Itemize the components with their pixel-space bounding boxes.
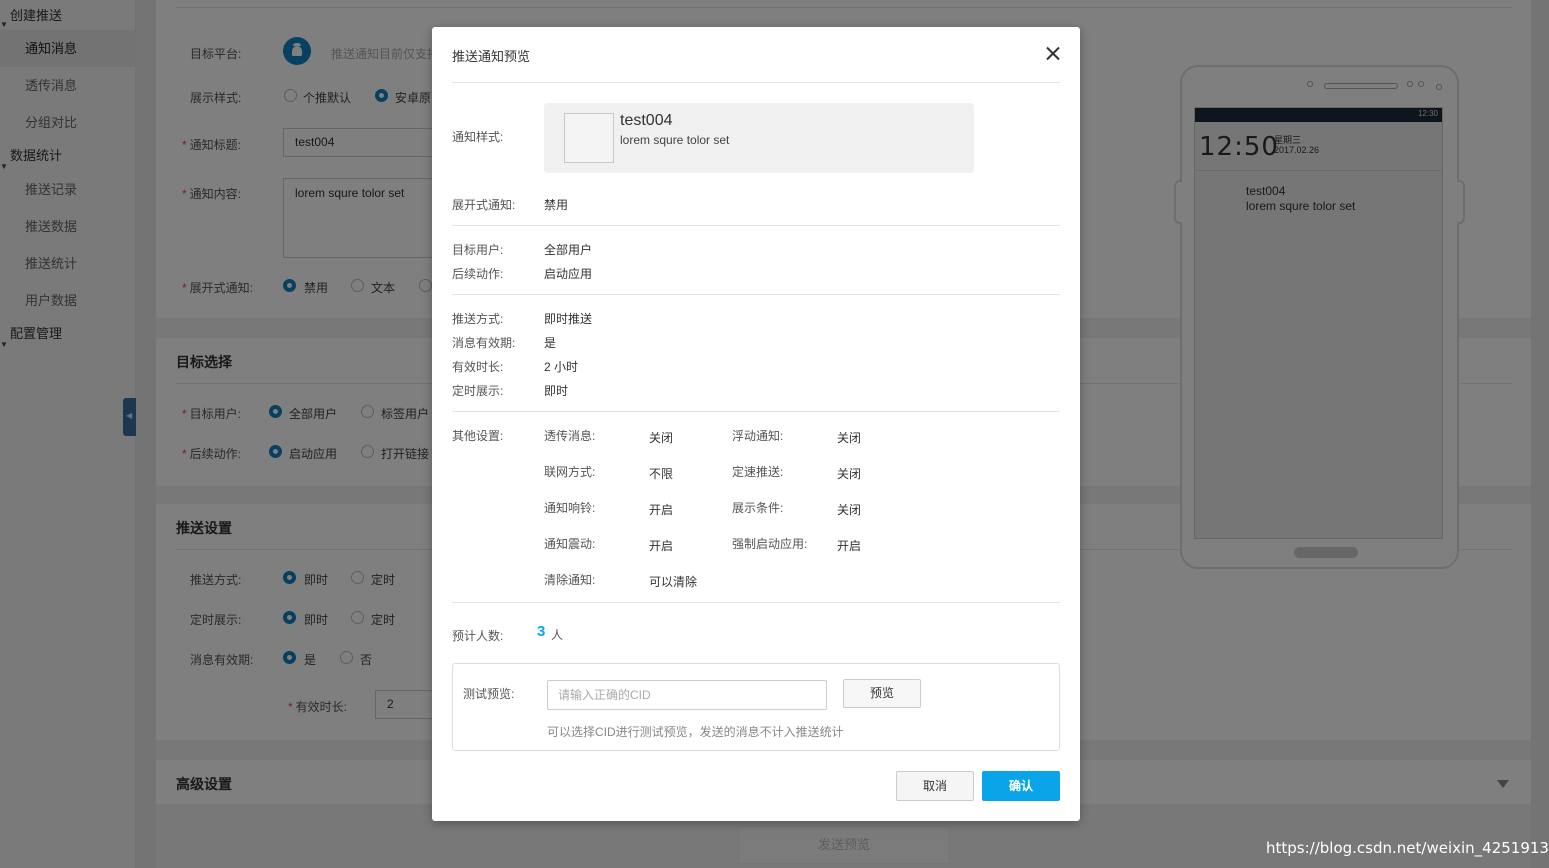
confirm-button[interactable]: 确认	[982, 771, 1060, 801]
other-key: 透传消息:	[544, 429, 596, 443]
other-value: 关闭	[649, 431, 674, 445]
duration-key: 有效时长:	[452, 360, 504, 374]
watermark: https://blog.csdn.net/weixin_42519137	[1266, 839, 1549, 857]
preview-button[interactable]: 预览	[843, 679, 921, 708]
notification-icon-placeholder	[564, 113, 614, 163]
other-value: 关闭	[837, 467, 862, 481]
other-key: 通知震动:	[544, 537, 596, 551]
users-value: 全部用户	[544, 243, 593, 257]
style-key: 通知样式:	[452, 130, 504, 144]
estimate-count: 3	[537, 623, 546, 640]
duration-value: 2 小时	[544, 360, 579, 374]
divider	[452, 82, 1060, 83]
test-preview-label: 测试预览:	[463, 687, 515, 701]
other-value: 关闭	[837, 503, 862, 517]
divider	[452, 602, 1060, 603]
valid-key: 消息有效期:	[452, 336, 516, 350]
other-value: 开启	[649, 503, 674, 517]
expand-value: 禁用	[544, 198, 569, 212]
other-value: 可以清除	[649, 575, 698, 589]
valid-value: 是	[544, 336, 557, 350]
mode-value: 即时推送	[544, 312, 593, 326]
other-value: 开启	[837, 539, 862, 553]
users-key: 目标用户:	[452, 243, 504, 257]
other-key: 展示条件:	[732, 501, 784, 515]
notification-preview: test004 lorem squre tolor set	[544, 103, 974, 173]
divider	[452, 294, 1060, 295]
action-key: 后续动作:	[452, 267, 504, 281]
estimate-key: 预计人数:	[452, 629, 504, 643]
display-value: 即时	[544, 384, 569, 398]
other-value: 不限	[649, 467, 674, 481]
other-key: 强制启动应用:	[732, 537, 808, 551]
mode-key: 推送方式:	[452, 312, 504, 326]
other-key: 清除通知:	[544, 573, 596, 587]
expand-key: 展开式通知:	[452, 198, 516, 212]
other-value: 开启	[649, 539, 674, 553]
test-preview-panel: 测试预览: 预览 可以选择CID进行测试预览，发送的消息不计入推送统计	[452, 663, 1060, 751]
preview-modal: 推送通知预览 通知样式: test004 lorem squre tolor s…	[432, 27, 1080, 821]
estimate-unit: 人	[551, 628, 564, 642]
display-key: 定时展示:	[452, 384, 504, 398]
action-value: 启动应用	[544, 267, 593, 281]
other-key: 通知响铃:	[544, 501, 596, 515]
close-icon[interactable]	[1042, 43, 1064, 65]
other-settings-key: 其他设置:	[452, 429, 504, 443]
modal-title: 推送通知预览	[452, 49, 531, 64]
divider	[452, 225, 1060, 226]
cancel-button[interactable]: 取消	[896, 771, 974, 801]
other-key: 浮动通知:	[732, 429, 784, 443]
other-key: 联网方式:	[544, 465, 596, 479]
preview-title: test004	[620, 112, 673, 129]
other-value: 关闭	[837, 431, 862, 445]
divider	[452, 411, 1060, 412]
test-preview-hint: 可以选择CID进行测试预览，发送的消息不计入推送统计	[547, 725, 844, 739]
preview-content: lorem squre tolor set	[620, 133, 730, 147]
other-key: 定速推送:	[732, 465, 784, 479]
cid-input[interactable]	[547, 680, 827, 710]
